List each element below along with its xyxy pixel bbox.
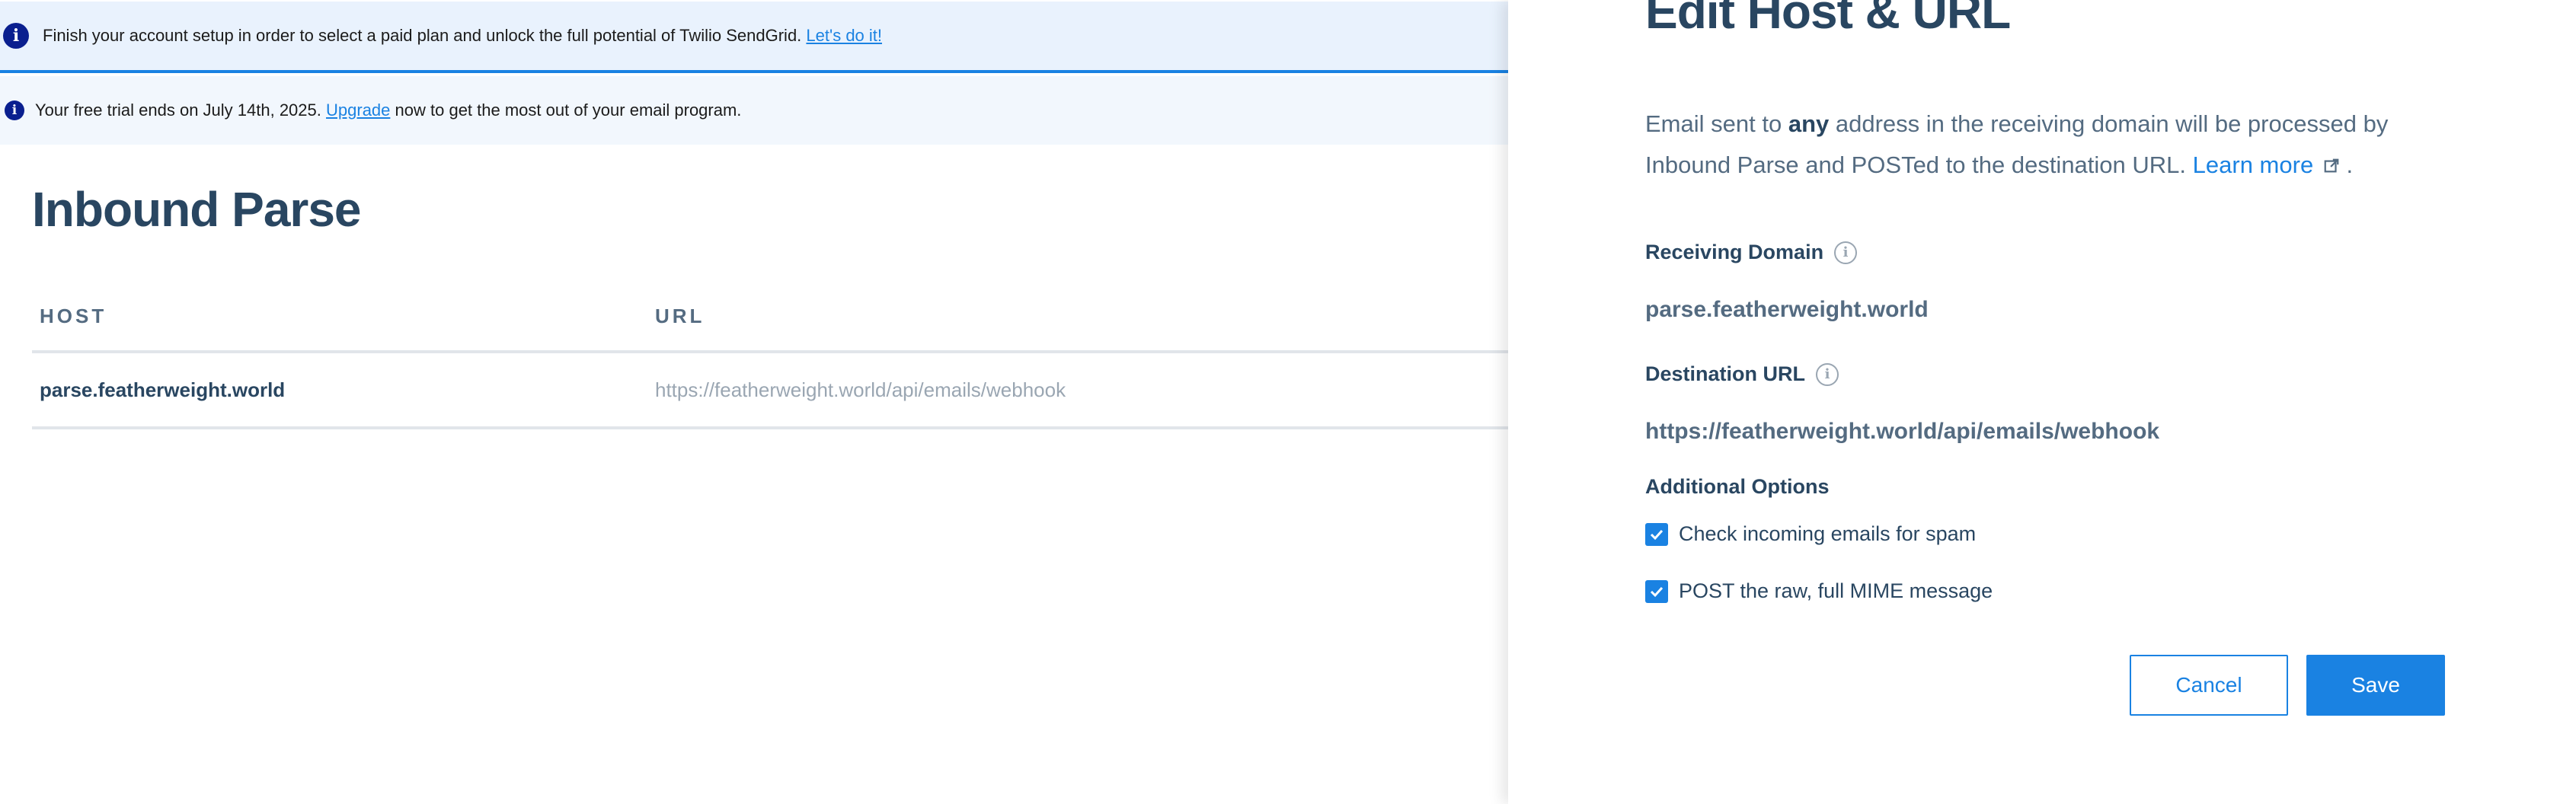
- lets-do-it-link[interactable]: Let's do it!: [806, 26, 882, 45]
- receiving-domain-value: parse.featherweight.world: [1645, 297, 1929, 322]
- save-button[interactable]: Save: [2306, 655, 2445, 716]
- info-outline-icon[interactable]: i: [1816, 362, 1839, 386]
- description-emphasis: any: [1788, 110, 1830, 137]
- receiving-domain-label: Receiving Domain i: [1645, 241, 1858, 264]
- raw-mime-label: POST the raw, full MIME message: [1679, 579, 1993, 602]
- info-circle-icon: i: [3, 23, 29, 49]
- trial-banner: i Your free trial ends on July 14th, 202…: [0, 76, 1516, 145]
- checkmark-icon: [1650, 529, 1664, 540]
- description-period: .: [2346, 152, 2354, 178]
- column-header-url: URL: [655, 304, 705, 327]
- table-row[interactable]: parse.featherweight.world https://feathe…: [32, 353, 1516, 429]
- trial-banner-message: Your free trial ends on July 14th, 2025.: [35, 100, 321, 120]
- cancel-button[interactable]: Cancel: [2130, 655, 2288, 716]
- learn-more-label: Learn more: [2192, 152, 2314, 178]
- additional-options-label: Additional Options: [1645, 475, 1830, 498]
- setup-banner: i Finish your account setup in order to …: [0, 2, 1516, 73]
- edit-host-url-panel: Edit Host & URL Email sent to any addres…: [1508, 0, 2576, 804]
- description-text: Email sent to: [1645, 110, 1782, 137]
- table-header: HOST URL: [32, 282, 1516, 353]
- page-title: Inbound Parse: [32, 182, 361, 237]
- setup-banner-text: Finish your account setup in order to se…: [43, 26, 882, 46]
- learn-more-link[interactable]: Learn more: [2193, 152, 2347, 178]
- raw-mime-option[interactable]: POST the raw, full MIME message: [1645, 579, 1993, 603]
- destination-url-value: https://featherweight.world/api/emails/w…: [1645, 419, 2160, 444]
- upgrade-link[interactable]: Upgrade: [326, 100, 390, 120]
- destination-url-label-text: Destination URL: [1645, 362, 1806, 385]
- info-circle-icon: i: [5, 100, 24, 120]
- trial-banner-message-end: now to get the most out of your email pr…: [395, 100, 742, 120]
- spam-check-label: Check incoming emails for spam: [1679, 522, 1977, 545]
- spam-check-option[interactable]: Check incoming emails for spam: [1645, 522, 1976, 546]
- checkmark-icon: [1650, 586, 1664, 597]
- info-outline-icon[interactable]: i: [1834, 241, 1858, 264]
- trial-banner-text: Your free trial ends on July 14th, 2025.…: [35, 100, 741, 120]
- receiving-domain-label-text: Receiving Domain: [1645, 241, 1824, 263]
- setup-banner-message: Finish your account setup in order to se…: [43, 26, 802, 45]
- inbound-parse-table: HOST URL parse.featherweight.world https…: [32, 282, 1516, 429]
- row-url: https://featherweight.world/api/emails/w…: [655, 378, 1066, 401]
- panel-description: Email sent to any address in the receivi…: [1645, 104, 2453, 186]
- row-host: parse.featherweight.world: [40, 378, 286, 401]
- panel-title: Edit Host & URL: [1645, 0, 2011, 39]
- spam-check-checkbox[interactable]: [1645, 522, 1668, 546]
- destination-url-label: Destination URL i: [1645, 362, 1839, 386]
- raw-mime-checkbox[interactable]: [1645, 579, 1668, 603]
- external-link-icon: [2324, 158, 2339, 173]
- column-header-host: HOST: [40, 304, 107, 327]
